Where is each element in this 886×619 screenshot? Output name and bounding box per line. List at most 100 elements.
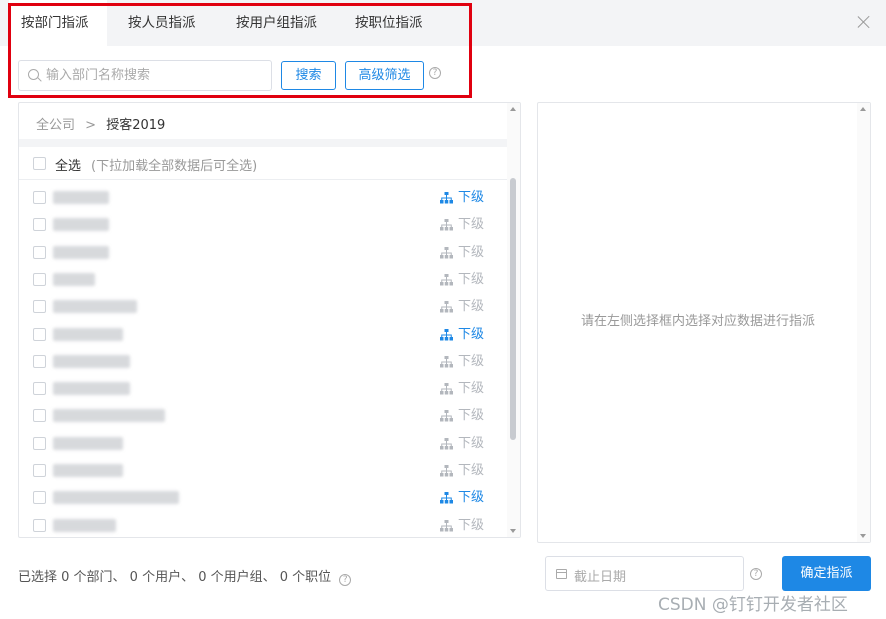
subordinate-label: 下级 <box>458 190 485 205</box>
list-item[interactable]: 下级 <box>19 266 497 293</box>
help-icon[interactable]: ? <box>750 568 762 580</box>
list-item[interactable]: 下级 <box>19 457 497 484</box>
tab-bar: 按部门指派 按人员指派 按用户组指派 按职位指派 <box>0 0 886 46</box>
selection-summary: 已选择 0 个部门、 0 个用户、 0 个用户组、 0 个职位 ? <box>18 566 352 586</box>
org-tree-icon <box>440 301 453 313</box>
selected-panel-scrollbar[interactable] <box>857 103 870 542</box>
selection-summary-text: 已选择 0 个部门、 0 个用户、 0 个用户组、 0 个职位 <box>18 570 332 585</box>
org-tree-icon <box>440 355 453 368</box>
scrollbar-thumb[interactable] <box>510 178 516 440</box>
subordinate-label: 下级 <box>458 381 485 397</box>
org-tree-icon <box>440 437 453 450</box>
breadcrumb-root[interactable]: 全公司 <box>36 118 75 133</box>
calendar-icon <box>556 569 567 579</box>
help-icon[interactable]: ? <box>339 574 352 586</box>
list-item-checkbox[interactable] <box>33 300 46 314</box>
breadcrumb-divider <box>19 139 508 147</box>
org-tree-icon <box>440 192 453 204</box>
empty-selection-message: 请在左侧选择框内选择对应数据进行指派 <box>580 314 815 329</box>
subordinate-label: 下级 <box>458 271 485 287</box>
blurred-department-name <box>53 300 137 314</box>
scroll-down-arrow-icon[interactable] <box>860 534 866 538</box>
select-all-row: 全选 (下拉加载全部数据后可全选) <box>19 147 508 180</box>
blurred-department-name <box>53 327 123 341</box>
org-tree-icon <box>440 519 453 532</box>
org-tree-icon <box>440 219 453 231</box>
breadcrumb-current: 授客2019 <box>106 118 166 133</box>
subordinate-label: 下级 <box>458 217 485 233</box>
list-item-checkbox[interactable] <box>33 382 46 396</box>
subordinate-label: 下级 <box>458 299 485 315</box>
blurred-department-name <box>53 518 116 532</box>
org-tree-icon <box>440 273 453 286</box>
tab-by-position[interactable]: 按职位指派 <box>355 0 423 46</box>
org-tree-icon <box>440 465 453 477</box>
selected-items-panel: 请在左侧选择框内选择对应数据进行指派 <box>537 102 871 543</box>
subordinate-label: 下级 <box>458 517 485 533</box>
subordinate-label: 下级 <box>458 408 485 424</box>
list-item-checkbox[interactable] <box>33 272 46 286</box>
list-item-checkbox[interactable] <box>33 191 46 204</box>
list-item[interactable]: 下级 <box>19 512 497 537</box>
select-all-label[interactable]: 全选 <box>55 155 81 174</box>
department-search-field[interactable] <box>18 60 272 91</box>
list-item-checkbox[interactable] <box>33 491 46 505</box>
advanced-filter-button[interactable]: 高级筛选 <box>345 61 424 90</box>
list-item[interactable]: 下级 <box>19 430 497 457</box>
list-item-checkbox[interactable] <box>33 436 46 450</box>
tab-by-user-group[interactable]: 按用户组指派 <box>236 0 317 46</box>
confirm-assign-button[interactable]: 确定指派 <box>782 556 871 591</box>
tab-by-person[interactable]: 按人员指派 <box>128 0 196 46</box>
list-item-checkbox[interactable] <box>33 464 46 477</box>
department-list-panel: 全公司 > 授客2019 全选 (下拉加载全部数据后可全选) 下级 下级 下级 下级下… <box>18 102 521 538</box>
department-search-input[interactable] <box>46 61 266 90</box>
help-icon[interactable]: ? <box>429 67 441 79</box>
close-icon[interactable] <box>856 14 872 30</box>
blurred-department-name <box>53 272 95 286</box>
scroll-up-arrow-icon[interactable] <box>510 107 516 111</box>
subordinate-label: 下级 <box>458 244 485 260</box>
list-item[interactable]: 下级 <box>19 321 497 348</box>
scroll-up-arrow-icon[interactable] <box>860 107 866 111</box>
list-item[interactable]: 下级 <box>19 348 497 375</box>
blurred-department-name <box>53 382 130 396</box>
list-item[interactable]: 下级 <box>19 375 497 402</box>
list-item-checkbox[interactable] <box>33 245 46 259</box>
breadcrumb-separator: > <box>85 118 97 133</box>
list-item-checkbox[interactable] <box>33 518 46 532</box>
watermark: CSDN @钉钉开发者社区 <box>658 595 848 615</box>
list-item[interactable]: 下级 <box>19 484 497 511</box>
blurred-department-name <box>53 436 123 450</box>
subordinate-label: 下级 <box>458 490 485 506</box>
blurred-department-name <box>53 409 165 423</box>
list-item[interactable]: 下级 <box>19 402 497 429</box>
select-all-hint: (下拉加载全部数据后可全选) <box>91 159 258 174</box>
subordinate-label: 下级 <box>458 326 485 342</box>
list-item-checkbox[interactable] <box>33 354 46 368</box>
breadcrumb: 全公司 > 授客2019 <box>36 114 165 133</box>
blurred-department-name <box>53 354 130 368</box>
search-button[interactable]: 搜索 <box>281 61 336 90</box>
deadline-placeholder: 截止日期 <box>574 570 627 585</box>
org-tree-icon <box>440 383 453 395</box>
list-item[interactable]: 下级 <box>19 211 497 238</box>
blurred-department-name <box>53 191 109 204</box>
list-item-checkbox[interactable] <box>33 327 46 341</box>
list-item[interactable]: 下级 <box>19 293 497 320</box>
tab-by-department[interactable]: 按部门指派 <box>9 0 107 46</box>
select-all-checkbox[interactable] <box>33 157 46 170</box>
list-item[interactable]: 下级 <box>19 239 497 266</box>
blurred-department-name <box>53 491 179 505</box>
search-icon <box>28 69 39 80</box>
list-scrollbar[interactable] <box>507 103 520 537</box>
org-tree-icon <box>440 492 453 504</box>
org-tree-icon <box>440 328 453 340</box>
subordinate-label: 下级 <box>458 463 485 478</box>
subordinate-label: 下级 <box>458 353 485 369</box>
scroll-down-arrow-icon[interactable] <box>510 529 516 533</box>
list-item-checkbox[interactable] <box>33 409 46 423</box>
deadline-date-picker[interactable]: 截止日期 <box>545 556 744 591</box>
list-item-checkbox[interactable] <box>33 218 46 232</box>
blurred-department-name <box>53 218 109 232</box>
list-item[interactable]: 下级 <box>19 184 497 211</box>
